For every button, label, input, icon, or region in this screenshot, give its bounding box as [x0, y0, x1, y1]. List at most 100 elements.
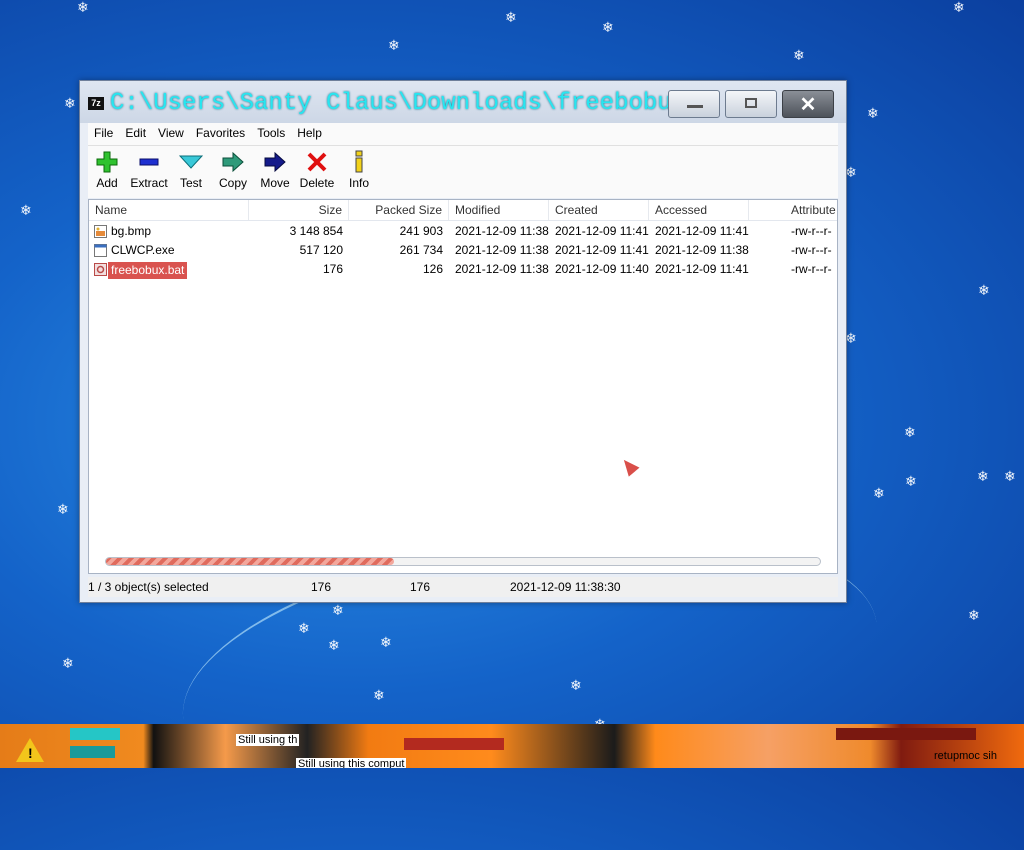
file-name-cell: freebobux.bat: [105, 260, 255, 279]
checkmark-icon: [179, 155, 203, 169]
snowflake-icon: ❄: [20, 202, 32, 218]
column-modified[interactable]: Modified: [449, 200, 549, 220]
file-modified: 2021-12-09 11:38: [455, 243, 549, 257]
maximize-button[interactable]: [725, 90, 777, 118]
delete-button[interactable]: Delete: [295, 150, 339, 190]
plus-icon: [96, 151, 118, 173]
column-attributes[interactable]: Attribute: [785, 200, 837, 220]
status-selected: 1 / 3 object(s) selected: [88, 580, 209, 594]
extract-label: Extract: [130, 176, 168, 190]
column-packed-size[interactable]: Packed Size: [349, 200, 449, 220]
file-name: freebobux.bat: [108, 262, 188, 279]
taskbar-text: Still using this comput: [296, 758, 407, 768]
minimize-button[interactable]: [668, 90, 720, 118]
info-label: Info: [348, 176, 369, 190]
menu-tools[interactable]: Tools: [251, 123, 291, 143]
snowflake-icon: ❄: [505, 9, 517, 25]
glitch-block: [836, 728, 976, 740]
glitch-block: [70, 746, 115, 758]
menu-edit[interactable]: Edit: [119, 123, 152, 143]
menu-file[interactable]: File: [88, 123, 119, 143]
file-size: 517 120: [299, 243, 343, 257]
snowflake-icon: ❄: [602, 19, 614, 35]
status-modified: 2021-12-09 11:38:30: [510, 580, 621, 594]
glitch-block: [404, 738, 504, 750]
menu-view[interactable]: View: [152, 123, 190, 143]
snowflake-icon: ❄: [77, 0, 89, 15]
move-arrow-icon: [264, 151, 286, 173]
snowflake-icon: ❄: [1004, 468, 1016, 484]
status-size: 176: [311, 580, 332, 594]
file-modified: 2021-12-09 11:38: [455, 224, 549, 238]
file-created: 2021-12-09 11:40: [555, 262, 649, 276]
maximize-icon: [745, 98, 757, 108]
snowflake-icon: ❄: [977, 468, 989, 484]
file-packed-size: 126: [422, 262, 443, 276]
menu-bar: File Edit View Favorites Tools Help: [88, 123, 838, 145]
taskbar: ! Still using th Still using this comput…: [0, 724, 1024, 768]
table-row[interactable]: bg.bmp 3 148 854 241 903 2021-12-09 11:3…: [89, 222, 837, 241]
file-list: Name Size Packed Size Modified Created A…: [88, 199, 838, 574]
file-modified: 2021-12-09 11:38: [455, 262, 549, 276]
add-button[interactable]: Add: [85, 150, 129, 190]
file-attributes: -rw-r--r-: [791, 243, 832, 257]
snowflake-icon: ❄: [57, 501, 69, 517]
snowflake-icon: ❄: [388, 37, 400, 53]
column-accessed[interactable]: Accessed: [649, 200, 749, 220]
column-created[interactable]: Created: [549, 200, 649, 220]
file-accessed: 2021-12-09 11:41: [655, 262, 749, 276]
copy-button[interactable]: Copy: [211, 150, 255, 190]
file-packed-size: 261 734: [399, 243, 443, 257]
file-size: 176: [322, 262, 343, 276]
minus-icon: [139, 158, 159, 166]
taskbar-text: Still using th: [236, 734, 300, 746]
snowflake-icon: ❄: [64, 95, 76, 111]
horizontal-scrollbar[interactable]: [105, 557, 821, 566]
snowflake-icon: ❄: [968, 607, 980, 623]
glitch-block: [70, 728, 120, 740]
file-accessed: 2021-12-09 11:41: [655, 224, 749, 238]
status-bar: 1 / 3 object(s) selected 176 176 2021-12…: [88, 577, 838, 597]
snowflake-icon: ❄: [953, 0, 965, 15]
file-packed-size: 241 903: [399, 224, 443, 238]
menu-favorites[interactable]: Favorites: [190, 123, 251, 143]
table-row[interactable]: CLWCP.exe 517 120 261 734 2021-12-09 11:…: [89, 241, 837, 260]
file-size: 3 148 854: [289, 224, 343, 238]
snowflake-icon: ❄: [867, 105, 879, 121]
snowflake-icon: ❄: [905, 473, 917, 489]
close-icon: ✕: [799, 94, 817, 116]
scrollbar-thumb[interactable]: [106, 558, 394, 565]
column-name[interactable]: Name: [89, 200, 249, 220]
snowflake-icon: ❄: [978, 282, 990, 298]
snowflake-icon: ❄: [793, 47, 805, 63]
test-label: Test: [179, 176, 202, 190]
snowflake-icon: ❄: [62, 655, 74, 671]
menu-help[interactable]: Help: [291, 123, 328, 143]
file-name: CLWCP.exe: [111, 243, 175, 257]
7zip-app-icon[interactable]: 7z: [88, 97, 104, 110]
table-row-selected[interactable]: freebobux.bat 176 126 2021-12-09 11:38 2…: [89, 260, 837, 279]
move-button[interactable]: Move: [253, 150, 297, 190]
column-size[interactable]: Size: [249, 200, 349, 220]
taskbar-text: retupmoc sih: [934, 750, 997, 762]
test-button[interactable]: Test: [169, 150, 213, 190]
add-label: Add: [96, 176, 118, 190]
status-packed: 176: [410, 580, 431, 594]
title-bar[interactable]: 7z C:\Users\Santy Claus\Downloads\freebo…: [80, 81, 846, 123]
toolbar: Add Extract Test Copy Move Delete Info: [88, 145, 838, 198]
info-icon: [355, 150, 363, 173]
snowflake-icon: ❄: [904, 424, 916, 440]
file-created: 2021-12-09 11:41: [555, 243, 649, 257]
file-accessed: 2021-12-09 11:38: [655, 243, 749, 257]
copy-label: Copy: [218, 176, 247, 190]
copy-arrow-icon: [222, 151, 244, 173]
delete-x-icon: [307, 152, 327, 172]
extract-button[interactable]: Extract: [127, 150, 171, 190]
snowflake-icon: ❄: [873, 485, 885, 501]
warning-exclamation-icon: !: [28, 745, 33, 761]
file-attributes: -rw-r--r-: [791, 262, 832, 276]
minimize-icon: [687, 105, 703, 108]
info-button[interactable]: Info: [337, 150, 381, 190]
close-button[interactable]: ✕: [782, 90, 834, 118]
file-attributes: -rw-r--r-: [791, 224, 832, 238]
